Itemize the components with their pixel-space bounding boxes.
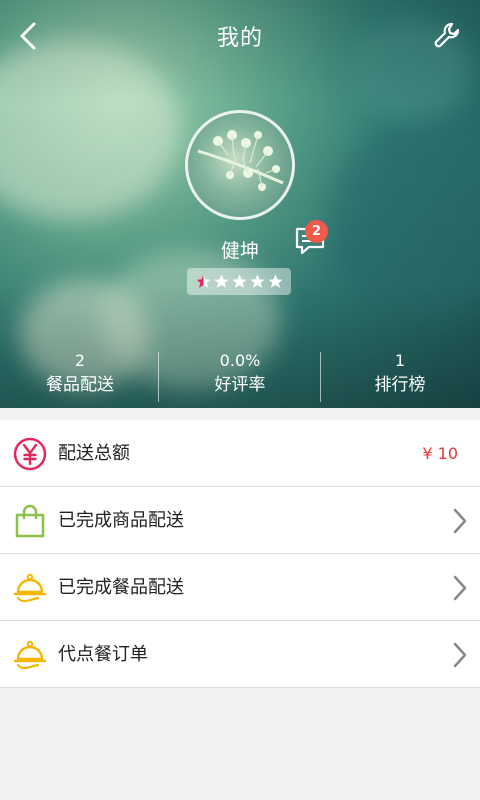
menu-item-label: 配送总额	[58, 443, 130, 464]
menu-item-total-delivery[interactable]: 配送总额 ¥ 10	[0, 420, 480, 487]
chevron-right-icon	[453, 508, 467, 534]
stat-positive-rate[interactable]: 0.0% 好评率	[160, 350, 320, 398]
yuan-circle-icon	[13, 437, 47, 471]
avatar[interactable]	[185, 110, 295, 220]
stats-bar: 2 餐品配送 0.0% 好评率 1 排行榜	[0, 350, 480, 405]
food-cloche-icon	[13, 640, 47, 670]
menu-item-completed-meals[interactable]: 已完成餐品配送	[0, 554, 480, 621]
stat-label: 餐品配送	[46, 375, 114, 395]
stat-value: 2	[74, 351, 86, 370]
message-count-badge: 2	[305, 220, 328, 243]
username: 健坤	[220, 240, 259, 262]
stat-divider	[158, 352, 159, 402]
plant-photo-icon	[197, 130, 284, 191]
menu-item-proxy-orders[interactable]: 代点餐订单	[0, 621, 480, 688]
stat-value: 0.0%	[219, 351, 261, 370]
wrench-icon	[434, 22, 460, 48]
menu-item-label: 已完成餐品配送	[58, 577, 184, 598]
settings-button[interactable]	[430, 18, 466, 54]
star-half-icon	[196, 274, 211, 288]
menu-list: 配送总额 ¥ 10 已完成商品配送 已完成餐品配送 代点餐订单	[0, 420, 480, 688]
food-cloche-icon	[13, 573, 47, 603]
menu-item-completed-goods[interactable]: 已完成商品配送	[0, 487, 480, 554]
shopping-bag-icon	[15, 504, 45, 538]
stat-label: 好评率	[214, 375, 266, 395]
stat-leaderboard[interactable]: 1 排行榜	[320, 350, 480, 398]
chevron-right-icon	[453, 642, 467, 668]
total-amount-value: ¥ 10	[422, 444, 458, 463]
stat-meal-deliveries[interactable]: 2 餐品配送	[0, 350, 160, 398]
stat-label: 排行榜	[374, 375, 426, 395]
star-empty-icon	[250, 274, 265, 288]
chevron-right-icon	[453, 575, 467, 601]
star-rating	[187, 268, 291, 295]
menu-item-label: 代点餐订单	[58, 644, 148, 665]
star-empty-icon	[214, 274, 229, 288]
menu-item-label: 已完成商品配送	[58, 510, 184, 531]
page-title: 我的	[216, 26, 263, 51]
top-bar: 我的	[0, 0, 480, 72]
stat-value: 1	[394, 351, 406, 370]
star-empty-icon	[268, 274, 283, 288]
star-empty-icon	[232, 274, 247, 288]
stat-divider	[320, 352, 321, 402]
